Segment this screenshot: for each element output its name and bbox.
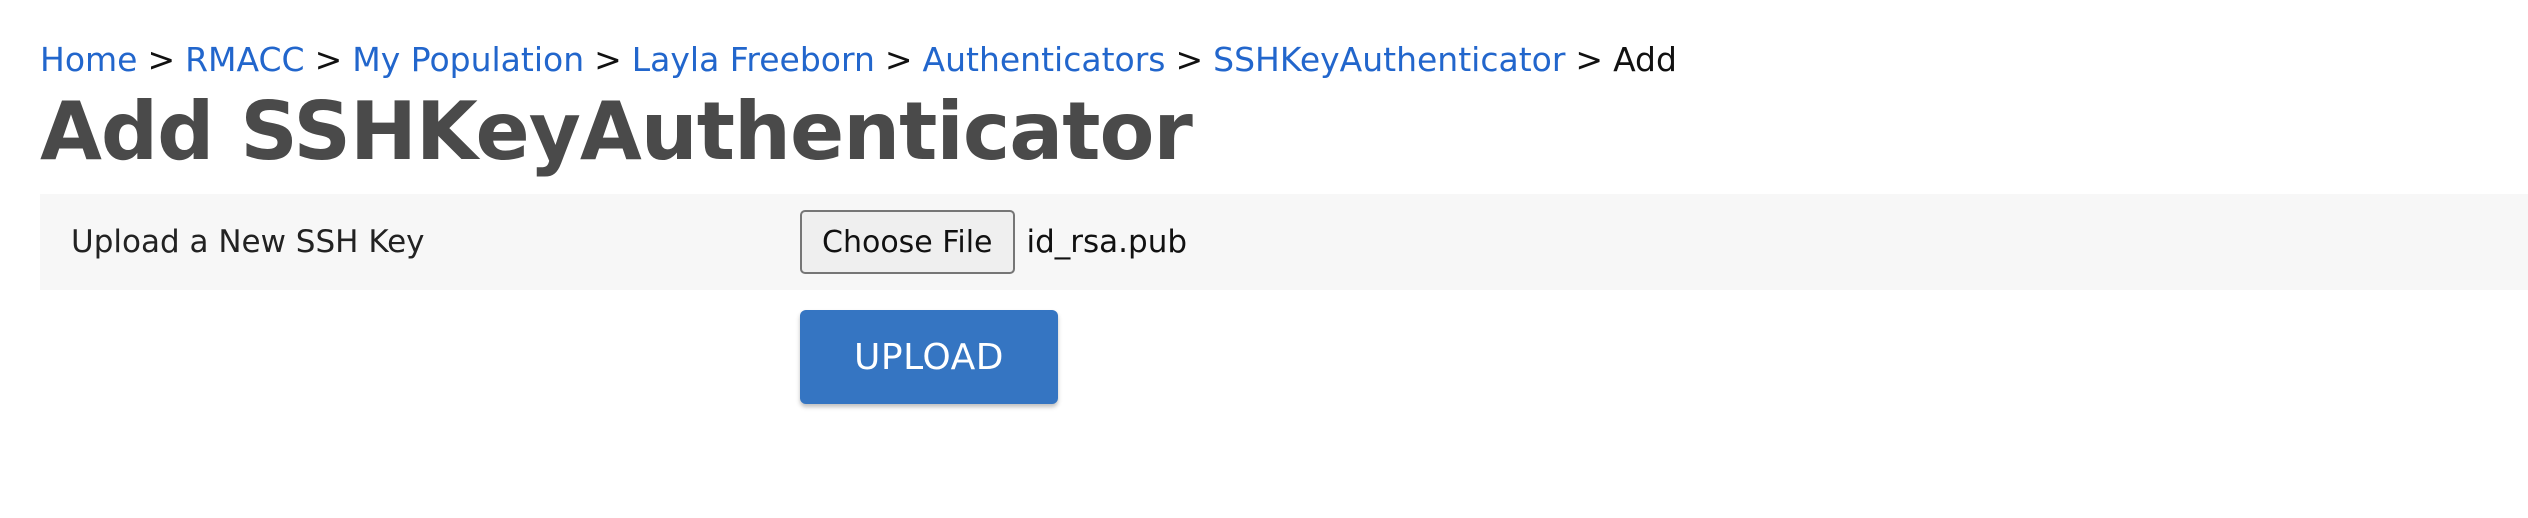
breadcrumb-current: Add bbox=[1613, 40, 1677, 79]
page-content: Home > RMACC > My Population > Layla Freeborn >… bbox=[40, 38, 2528, 410]
breadcrumb-separator: > bbox=[314, 40, 343, 79]
selected-file-name: id_rsa.pub bbox=[1026, 224, 1188, 260]
breadcrumb-separator: > bbox=[1175, 40, 1204, 79]
breadcrumb-separator: > bbox=[147, 40, 176, 79]
breadcrumb-link-person[interactable]: Layla Freeborn bbox=[632, 40, 875, 79]
breadcrumb-separator: > bbox=[594, 40, 622, 79]
breadcrumb-link-sshkeyauthenticator[interactable]: SSHKeyAuthenticator bbox=[1213, 40, 1565, 79]
submit-row: UPLOAD bbox=[40, 290, 2528, 410]
ssh-key-upload-form: Upload a New SSH Key Choose File id_rsa.… bbox=[40, 194, 2528, 410]
breadcrumb-link-rmacc[interactable]: RMACC bbox=[185, 40, 304, 79]
upload-field-row: Upload a New SSH Key Choose File id_rsa.… bbox=[40, 194, 2528, 290]
upload-button[interactable]: UPLOAD bbox=[800, 310, 1058, 404]
breadcrumb-separator: > bbox=[884, 40, 913, 79]
file-input: Choose File id_rsa.pub bbox=[800, 210, 1187, 274]
breadcrumb-link-authenticators[interactable]: Authenticators bbox=[923, 40, 1166, 79]
upload-field-label: Upload a New SSH Key bbox=[71, 224, 425, 260]
breadcrumb-link-home[interactable]: Home bbox=[40, 40, 137, 79]
breadcrumb: Home > RMACC > My Population > Layla Freeborn >… bbox=[40, 38, 2528, 82]
choose-file-button[interactable]: Choose File bbox=[800, 210, 1015, 274]
breadcrumb-separator: > bbox=[1575, 40, 1604, 79]
page-title: Add SSHKeyAuthenticator bbox=[40, 85, 1193, 178]
breadcrumb-link-my-population[interactable]: My Population bbox=[352, 40, 584, 79]
